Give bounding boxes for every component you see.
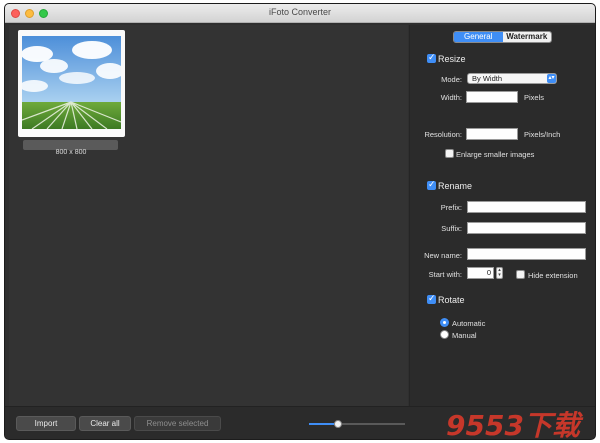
resize-label: Resize — [438, 54, 466, 64]
manual-radio[interactable] — [440, 330, 449, 339]
remove-selected-button[interactable]: Remove selected — [134, 416, 221, 431]
automatic-radio[interactable] — [440, 318, 449, 327]
resolution-label: Resolution: — [424, 130, 462, 139]
image-browser[interactable]: 800 x 800 — [9, 25, 408, 406]
settings-panel: General Watermark Resize Mode: By Width … — [409, 25, 595, 406]
resolution-field[interactable] — [466, 128, 518, 140]
zoom-slider-knob[interactable] — [333, 420, 342, 428]
mode-select[interactable]: By Width ▴▾ — [467, 73, 557, 84]
width-unit: Pixels — [524, 93, 545, 102]
prefix-field[interactable] — [467, 201, 586, 213]
manual-label: Manual — [452, 331, 477, 340]
tab-bar: General Watermark — [453, 31, 552, 43]
image-thumbnail[interactable] — [18, 30, 125, 137]
automatic-label: Automatic — [452, 319, 486, 328]
enlarge-checkbox[interactable] — [445, 149, 454, 158]
clear-all-button[interactable]: Clear all — [79, 416, 131, 431]
rename-label: Rename — [438, 181, 473, 191]
zoom-slider[interactable] — [309, 423, 405, 425]
import-button[interactable]: Import — [16, 416, 76, 431]
thumbnail-dimensions: 800 x 800 — [55, 149, 87, 156]
resize-checkbox[interactable] — [427, 52, 436, 63]
suffix-label: Suffix: — [441, 224, 462, 233]
tab-general[interactable]: General — [454, 32, 503, 42]
width-label: Width: — [440, 93, 462, 102]
rename-checkbox[interactable] — [427, 179, 436, 190]
hide-extension-label: Hide extension — [528, 271, 578, 280]
resolution-unit: Pixels/Inch — [524, 130, 561, 139]
suffix-field[interactable] — [467, 222, 586, 234]
mode-label: Mode: — [441, 75, 462, 84]
enlarge-label: Enlarge smaller images — [456, 150, 535, 159]
start-with-label: Start with: — [428, 270, 462, 279]
start-with-stepper[interactable]: ▴ ▾ — [496, 267, 503, 279]
site-watermark-logo: 9553下载 — [446, 409, 580, 442]
start-with-field[interactable]: 0 — [467, 267, 494, 279]
mode-select-value: By Width — [472, 74, 503, 83]
thumbnail-image — [22, 36, 121, 129]
window-title: iFoto Converter — [268, 7, 332, 17]
hide-extension-checkbox[interactable] — [516, 270, 525, 279]
app-window: iFoto Converter 800 x 800 General Waterm… — [4, 3, 596, 440]
tab-watermark[interactable]: Watermark — [502, 32, 551, 42]
title-bar: iFoto Converter — [5, 4, 595, 23]
new-name-field[interactable] — [467, 248, 586, 260]
new-name-label: New name: — [424, 251, 462, 260]
prefix-label: Prefix: — [440, 203, 462, 212]
updown-arrow-icon: ▴▾ — [547, 74, 556, 83]
width-field[interactable] — [466, 91, 518, 103]
rotate-checkbox[interactable] — [427, 293, 436, 304]
rotate-label: Rotate — [438, 295, 465, 305]
